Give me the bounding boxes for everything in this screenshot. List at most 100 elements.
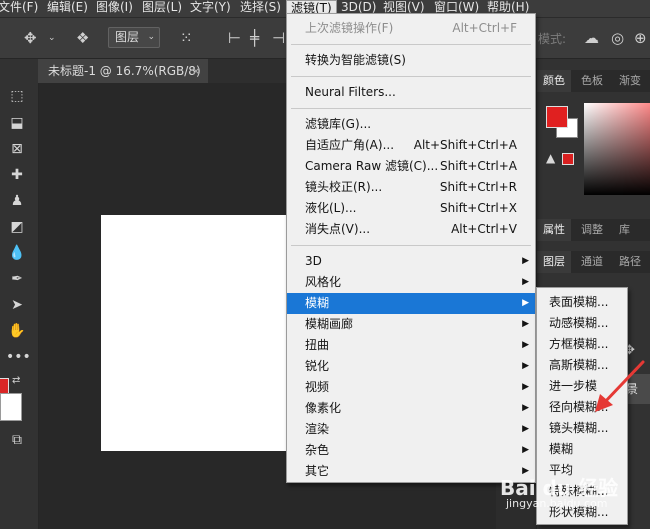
screen-mode-icon[interactable]: ⧉ [6,431,28,449]
submenu-item-box-blur[interactable]: 方框模糊... [537,334,627,355]
submenu-item-surface-blur[interactable]: 表面模糊... [537,292,627,313]
menu-item-label: 视频 [305,380,330,394]
auto-select-icon[interactable]: ❖ [76,18,89,58]
submenu-arrow-icon: ▶ [522,445,529,455]
menu-item-label: 消失点(V)... [305,222,371,236]
eraser-tool-icon[interactable]: ◩ [6,218,28,236]
hand-tool-icon[interactable]: ✋ [6,322,28,340]
clone-stamp-tool-icon[interactable]: ♟ [6,192,28,210]
frame-tool-icon[interactable]: ⊠ [6,140,28,158]
pen-tool-icon[interactable]: ✒ [6,270,28,288]
healing-brush-tool-icon[interactable]: ✚ [6,166,28,184]
menu-item-label: 风格化 [305,275,342,289]
align-left-icon[interactable]: ⊢ [228,18,241,58]
menu-item-label: 上次滤镜操作(F) [305,21,394,35]
more-tools-icon[interactable]: ••• [6,348,31,366]
menu-type[interactable]: 文字(Y) [190,0,231,17]
menu-item-convert-smart-filters[interactable]: 转换为智能滤镜(S) [287,50,535,71]
submenu-arrow-icon: ▶ [522,340,529,350]
gamut-warning-icon: ▲ [546,151,556,165]
menu-item-shortcut: Alt+Ctrl+F [452,21,517,35]
tab-gradients[interactable]: 渐变 [613,70,647,92]
menu-layer[interactable]: 图层(L) [142,0,182,17]
3d-pan-icon[interactable]: ⊕ [634,18,647,58]
submenu-arrow-icon: ▶ [522,298,529,308]
menu-item-last-filter: 上次滤镜操作(F) Alt+Ctrl+F [287,18,535,39]
menu-item-label: 转换为智能滤镜(S) [305,53,406,67]
menu-select[interactable]: 选择(S) [240,0,281,17]
tab-swatches[interactable]: 色板 [575,70,609,92]
tab-color[interactable]: 颜色 [537,70,571,92]
menu-item-adaptive-wide-angle[interactable]: 自适应广角(A)... Alt+Shift+Ctrl+A [287,135,535,156]
menu-item-render[interactable]: 渲染 ▶ [287,419,535,440]
path-selection-tool-icon[interactable]: ➤ [6,296,28,314]
properties-panel-tabs: 属性 调整 库 [537,219,650,241]
tab-properties[interactable]: 属性 [537,219,571,241]
3d-orbit-icon[interactable]: ☁ [584,18,599,58]
tab-adjustments[interactable]: 调整 [575,219,609,241]
menu-item-distort[interactable]: 扭曲 ▶ [287,335,535,356]
menu-item-stylize[interactable]: 风格化 ▶ [287,272,535,293]
object-select-tool-icon[interactable]: ⬓ [6,114,28,132]
3d-mode-label: 模式: [538,32,567,46]
menu-item-blur-gallery[interactable]: 模糊画廊 ▶ [287,314,535,335]
submenu-item-motion-blur[interactable]: 动感模糊... [537,313,627,334]
submenu-item-blur[interactable]: 模糊 [537,439,627,460]
gamut-warning-swatch[interactable] [562,153,574,165]
swap-colors-icon[interactable]: ⇄ [12,375,20,386]
menu-item-label: 像素化 [305,401,342,415]
transform-controls-icon[interactable]: ⁙ [180,18,193,58]
3d-roll-icon[interactable]: ◎ [611,18,624,58]
submenu-arrow-icon: ▶ [522,403,529,413]
tab-channels[interactable]: 通道 [575,251,609,273]
menu-item-camera-raw-filter[interactable]: Camera Raw 滤镜(C)... Shift+Ctrl+A [287,156,535,177]
tab-libraries[interactable]: 库 [613,219,636,241]
submenu-arrow-icon: ▶ [522,256,529,266]
menu-item-vanishing-point[interactable]: 消失点(V)... Alt+Ctrl+V [287,219,535,240]
menu-item-video[interactable]: 视频 ▶ [287,377,535,398]
background-color-swatch[interactable] [0,393,22,421]
chevron-down-icon[interactable]: ⌄ [48,18,56,58]
document-canvas[interactable] [101,215,287,451]
menu-file[interactable]: 文件(F) [0,0,38,17]
menu-item-liquify[interactable]: 液化(L)... Shift+Ctrl+X [287,198,535,219]
menu-item-neural-filters[interactable]: Neural Filters... [287,82,535,103]
menu-item-other[interactable]: 其它 ▶ [287,461,535,482]
menu-item-pixelate[interactable]: 像素化 ▶ [287,398,535,419]
color-picker-field[interactable] [584,103,650,195]
marquee-tool-icon[interactable]: ⬚ [6,87,28,105]
menu-item-filter-gallery[interactable]: 滤镜库(G)... [287,114,535,135]
menu-item-label: 3D [305,254,322,268]
blur-tool-icon[interactable]: 💧 [6,244,28,262]
tab-paths[interactable]: 路径 [613,251,647,273]
filter-menu: 上次滤镜操作(F) Alt+Ctrl+F 转换为智能滤镜(S) Neural F… [286,13,536,483]
menu-item-blur[interactable]: 模糊 ▶ [287,293,535,314]
align-right-icon[interactable]: ⊣ [272,18,285,58]
layers-panel-tabs: 图层 通道 路径 [537,251,650,273]
menu-item-sharpen[interactable]: 锐化 ▶ [287,356,535,377]
tab-layers[interactable]: 图层 [537,251,571,273]
menu-item-label: 扭曲 [305,338,330,352]
submenu-item-lens-blur[interactable]: 镜头模糊... [537,418,627,439]
close-icon[interactable]: × [191,59,201,83]
menu-item-lens-correction[interactable]: 镜头校正(R)... Shift+Ctrl+R [287,177,535,198]
menu-item-3d[interactable]: 3D ▶ [287,251,535,272]
document-tab-title: 未标题-1 @ 16.7%(RGB/8) [48,64,201,78]
menu-item-shortcut: Shift+Ctrl+A [440,159,517,173]
menu-edit[interactable]: 编辑(E) [47,0,88,17]
menu-image[interactable]: 图像(I) [96,0,133,17]
auto-select-target-dropdown[interactable]: 图层 ⌄ [108,27,160,48]
submenu-arrow-icon: ▶ [522,361,529,371]
document-tab[interactable]: 未标题-1 @ 16.7%(RGB/8) × [38,59,208,83]
align-center-icon[interactable]: ╪ [250,18,259,58]
menu-item-label: Neural Filters... [305,85,396,99]
menu-item-shortcut: Shift+Ctrl+X [440,201,517,215]
auto-select-target-label: 图层 [115,30,140,44]
menu-item-noise[interactable]: 杂色 ▶ [287,440,535,461]
panel-foreground-swatch[interactable] [546,106,568,128]
menu-separator [291,76,531,77]
menu-item-label: 自适应广角(A)... [305,138,395,152]
menu-item-shortcut: Alt+Ctrl+V [451,222,517,236]
color-panel-tabs: 颜色 色板 渐变 [537,70,650,92]
move-tool-icon[interactable]: ✥ [24,18,37,58]
